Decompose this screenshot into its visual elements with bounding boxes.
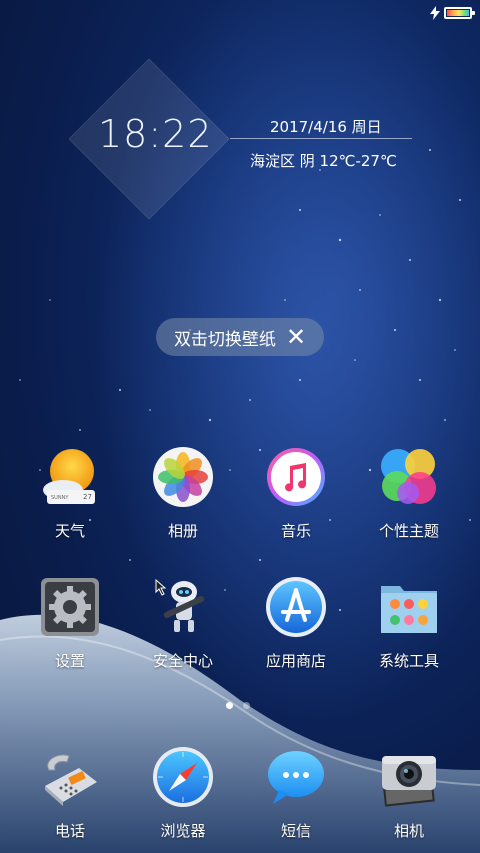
page-indicator: [226, 702, 250, 709]
app-photos[interactable]: 相册: [133, 446, 233, 541]
app-label: 浏览器: [160, 822, 206, 840]
camera-icon: [382, 756, 436, 807]
app-messages[interactable]: 短信: [246, 746, 346, 841]
app-label: 应用商店: [265, 652, 326, 670]
wallpaper-toast[interactable]: 双击切换壁纸 ✕: [156, 318, 324, 356]
app-tools-folder[interactable]: 系统工具: [359, 576, 459, 671]
app-store[interactable]: 应用商店: [246, 576, 346, 671]
page-dot[interactable]: [243, 702, 250, 709]
phone-icon: [45, 754, 97, 806]
weather-text: 海淀区 阴 12℃-27℃: [250, 152, 397, 170]
status-bar: [430, 6, 475, 20]
app-label: 设置: [54, 652, 85, 670]
app-label: 天气: [54, 522, 85, 540]
app-weather[interactable]: SUNNY 27 天气: [20, 446, 120, 541]
divider: [230, 138, 412, 139]
weather-icon: SUNNY 27: [43, 449, 95, 504]
app-label: 个性主题: [378, 522, 439, 540]
app-camera[interactable]: 相机: [359, 746, 459, 841]
app-themes[interactable]: 个性主题: [359, 446, 459, 541]
messages-icon: [268, 751, 324, 804]
battery-icon: [444, 7, 475, 19]
themes-icon: [381, 449, 436, 504]
app-phone[interactable]: 电话: [20, 746, 120, 841]
browser-icon: [153, 747, 213, 807]
app-label: 电话: [54, 822, 85, 840]
app-settings[interactable]: 设置: [20, 576, 120, 671]
app-music[interactable]: 音乐: [246, 446, 346, 541]
svg-text:27: 27: [83, 493, 92, 501]
close-icon[interactable]: ✕: [286, 325, 306, 349]
app-label: 相册: [167, 522, 198, 540]
security-icon: [155, 578, 205, 632]
tools-folder-icon: [381, 586, 437, 633]
toast-label: 双击切换壁纸: [173, 329, 276, 350]
page-dot-active[interactable]: [226, 702, 233, 709]
app-label: 音乐: [280, 522, 311, 540]
photos-icon: [153, 447, 213, 507]
app-label: 安全中心: [152, 652, 213, 670]
app-browser[interactable]: 浏览器: [133, 746, 233, 841]
app-label: 系统工具: [378, 652, 439, 670]
settings-icon: [41, 578, 99, 636]
app-store-icon: [266, 577, 326, 637]
lightning-icon: [430, 6, 440, 20]
music-icon: [267, 448, 325, 506]
app-label: 短信: [280, 822, 311, 840]
svg-text:SUNNY: SUNNY: [51, 495, 69, 501]
clock-time: 18:22: [98, 112, 213, 156]
app-label: 相机: [393, 822, 424, 840]
clock-date: 2017/4/16 周日: [270, 118, 382, 136]
wallpaper: [0, 0, 480, 853]
app-security[interactable]: 安全中心: [133, 576, 233, 671]
